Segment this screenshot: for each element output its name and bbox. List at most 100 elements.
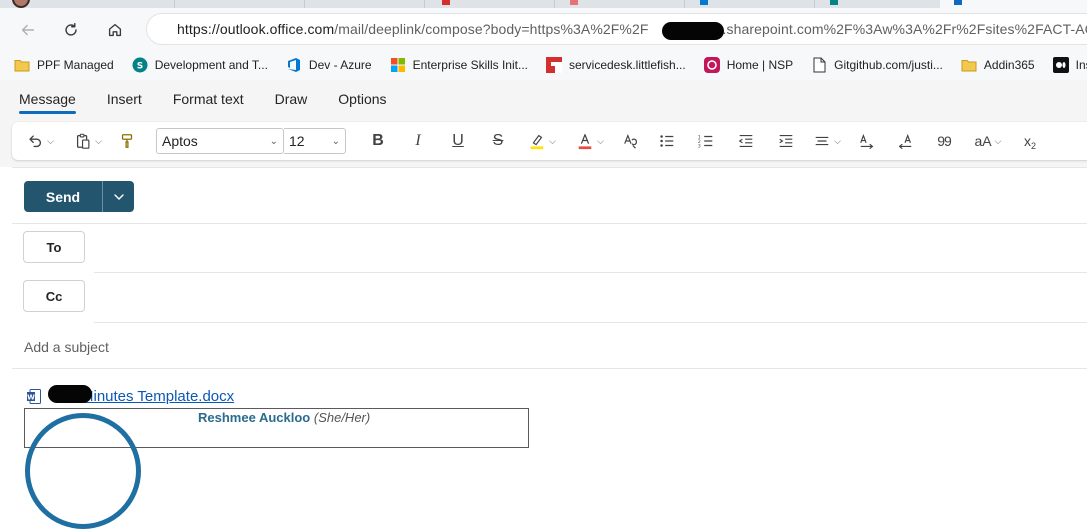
signature-photo xyxy=(25,413,141,529)
browser-tab[interactable] xyxy=(305,0,425,8)
arrow-left-icon xyxy=(21,24,35,36)
home-icon xyxy=(108,23,122,37)
tab-draw[interactable]: Draw xyxy=(275,82,308,116)
bold-button[interactable]: B xyxy=(358,127,398,155)
indent-icon xyxy=(779,135,793,147)
svg-text:W: W xyxy=(27,394,35,402)
back-button[interactable] xyxy=(14,16,42,44)
bookmark-label: Gitgithub.com/justi... xyxy=(834,58,943,72)
tab-options[interactable]: Options xyxy=(338,82,386,116)
redaction-mark xyxy=(662,22,724,40)
bookmark-label: Home | NSP xyxy=(726,58,794,72)
styles-button[interactable] xyxy=(614,127,648,155)
subject-input[interactable]: Add a subject xyxy=(24,339,109,355)
home-button[interactable] xyxy=(101,16,129,44)
highlighter-icon xyxy=(530,134,544,150)
underline-button[interactable]: U xyxy=(438,127,478,155)
font-color-icon xyxy=(578,134,592,150)
divider xyxy=(12,368,1087,369)
bookmark-label: Dev - Azure xyxy=(308,58,372,72)
chevron-down-icon: ⌵ xyxy=(834,135,841,146)
reload-button[interactable] xyxy=(57,16,85,44)
bookmark-ppf-managed[interactable]: PPF Managed xyxy=(14,57,114,73)
microsoft-icon xyxy=(390,57,406,73)
numbering-button[interactable]: 123 xyxy=(686,127,726,155)
medium-icon xyxy=(1052,57,1069,73)
browser-tab-active[interactable] xyxy=(940,0,1087,8)
send-button[interactable]: Send xyxy=(24,181,102,212)
browser-tab-strip xyxy=(0,0,1087,8)
cc-field-underline xyxy=(94,322,1087,323)
address-url: https://outlook.office.com/mail/deeplink… xyxy=(177,21,1087,37)
highlight-button[interactable]: ⌵ xyxy=(518,127,566,155)
undo-button[interactable]: ⌵ xyxy=(20,127,60,155)
tab-insert[interactable]: Insert xyxy=(107,82,142,116)
browser-tab[interactable] xyxy=(555,0,685,8)
strikethrough-button[interactable]: S xyxy=(478,127,518,155)
text-effects-icon xyxy=(624,133,637,149)
align-button[interactable]: ⌵ xyxy=(806,127,848,155)
page-icon xyxy=(811,57,827,73)
font-name-select[interactable]: Aptos ⌄ xyxy=(156,128,284,154)
browser-tab[interactable] xyxy=(425,0,555,8)
browser-navbar: https://outlook.office.com/mail/deeplink… xyxy=(0,8,1087,50)
change-case-label: aA xyxy=(974,133,992,149)
bullets-button[interactable] xyxy=(648,127,686,155)
bookmark-home-nsp[interactable]: Home | NSP xyxy=(703,57,794,73)
subscript-button[interactable]: x2 xyxy=(1012,127,1048,155)
attachment-name[interactable]: Minutes Template.docx xyxy=(81,388,234,405)
font-size-select[interactable]: 12 ⌄ xyxy=(284,128,346,154)
chevron-down-icon: ⌵ xyxy=(994,135,1002,146)
paste-button[interactable]: ⌵ xyxy=(66,127,110,155)
bookmarks-bar: PPF Managed S Development and T... Dev -… xyxy=(0,50,1087,80)
divider xyxy=(12,223,1087,224)
profile-avatar[interactable] xyxy=(12,0,30,8)
bookmark-label: servicedesk.littlefish... xyxy=(568,58,686,72)
servicedesk-icon xyxy=(545,57,562,73)
bookmark-gitgithub[interactable]: Gitgithub.com/justi... xyxy=(811,57,943,73)
cc-button[interactable]: Cc xyxy=(23,280,85,312)
clipboard-icon xyxy=(77,133,90,149)
tab-message[interactable]: Message xyxy=(19,82,76,116)
send-options-button[interactable] xyxy=(102,181,134,212)
undo-icon xyxy=(29,135,42,148)
rtl-button[interactable] xyxy=(886,127,924,155)
italic-button[interactable]: I xyxy=(398,127,438,155)
folder-icon xyxy=(961,57,977,73)
chevron-down-icon: ⌵ xyxy=(549,135,556,146)
to-field-underline xyxy=(94,272,1087,273)
font-color-button[interactable]: ⌵ xyxy=(566,127,614,155)
bookmark-development[interactable]: S Development and T... xyxy=(132,57,268,73)
to-button[interactable]: To xyxy=(23,231,85,263)
decrease-indent-button[interactable] xyxy=(726,127,766,155)
browser-tab[interactable] xyxy=(685,0,815,8)
increase-indent-button[interactable] xyxy=(766,127,806,155)
ribbon-toolbar-area: ⌵ ⌵ Aptos ⌄ 12 ⌄ B I U S ⌵ ⌵ 1 2 3 ⌵ 99 … xyxy=(0,118,1087,167)
change-case-button[interactable]: aA ⌵ xyxy=(964,127,1012,155)
format-painter-icon xyxy=(121,134,133,148)
bookmark-label: Instag xyxy=(1075,58,1087,72)
bookmark-servicedesk[interactable]: servicedesk.littlefish... xyxy=(545,57,686,73)
bookmark-addin365[interactable]: Addin365 xyxy=(961,57,1035,73)
chevron-down-icon xyxy=(113,193,124,200)
bookmark-enterprise-skills[interactable]: Enterprise Skills Init... xyxy=(390,57,528,73)
browser-tab[interactable] xyxy=(75,0,175,8)
browser-tab[interactable] xyxy=(175,0,305,8)
ribbon-tabs: Message Insert Format text Draw Options xyxy=(0,80,1087,118)
bookmark-dev-azure[interactable]: Dev - Azure xyxy=(286,57,372,73)
ltr-button[interactable] xyxy=(848,127,886,155)
quote-button[interactable]: 99 xyxy=(924,127,964,155)
tab-format-text[interactable]: Format text xyxy=(173,82,244,116)
word-file-icon: W xyxy=(27,389,41,404)
signature-name-text: Reshmee Auckloo xyxy=(198,410,311,425)
font-name-value: Aptos xyxy=(162,133,198,149)
url-tail: .sharepoint.com%2F%3Aw%3A%2Fr%2Fsites%2F… xyxy=(722,21,1087,37)
chevron-down-icon: ⌄ xyxy=(331,135,340,147)
text-direction-rtl-icon xyxy=(898,133,912,150)
outlook-favicon xyxy=(954,0,962,5)
address-bar[interactable]: https://outlook.office.com/mail/deeplink… xyxy=(146,13,1087,45)
bookmark-instag[interactable]: Instag xyxy=(1052,57,1087,73)
subscript-index: 2 xyxy=(1030,141,1036,151)
sharepoint-icon: S xyxy=(132,57,148,73)
format-painter-button[interactable] xyxy=(112,127,142,155)
